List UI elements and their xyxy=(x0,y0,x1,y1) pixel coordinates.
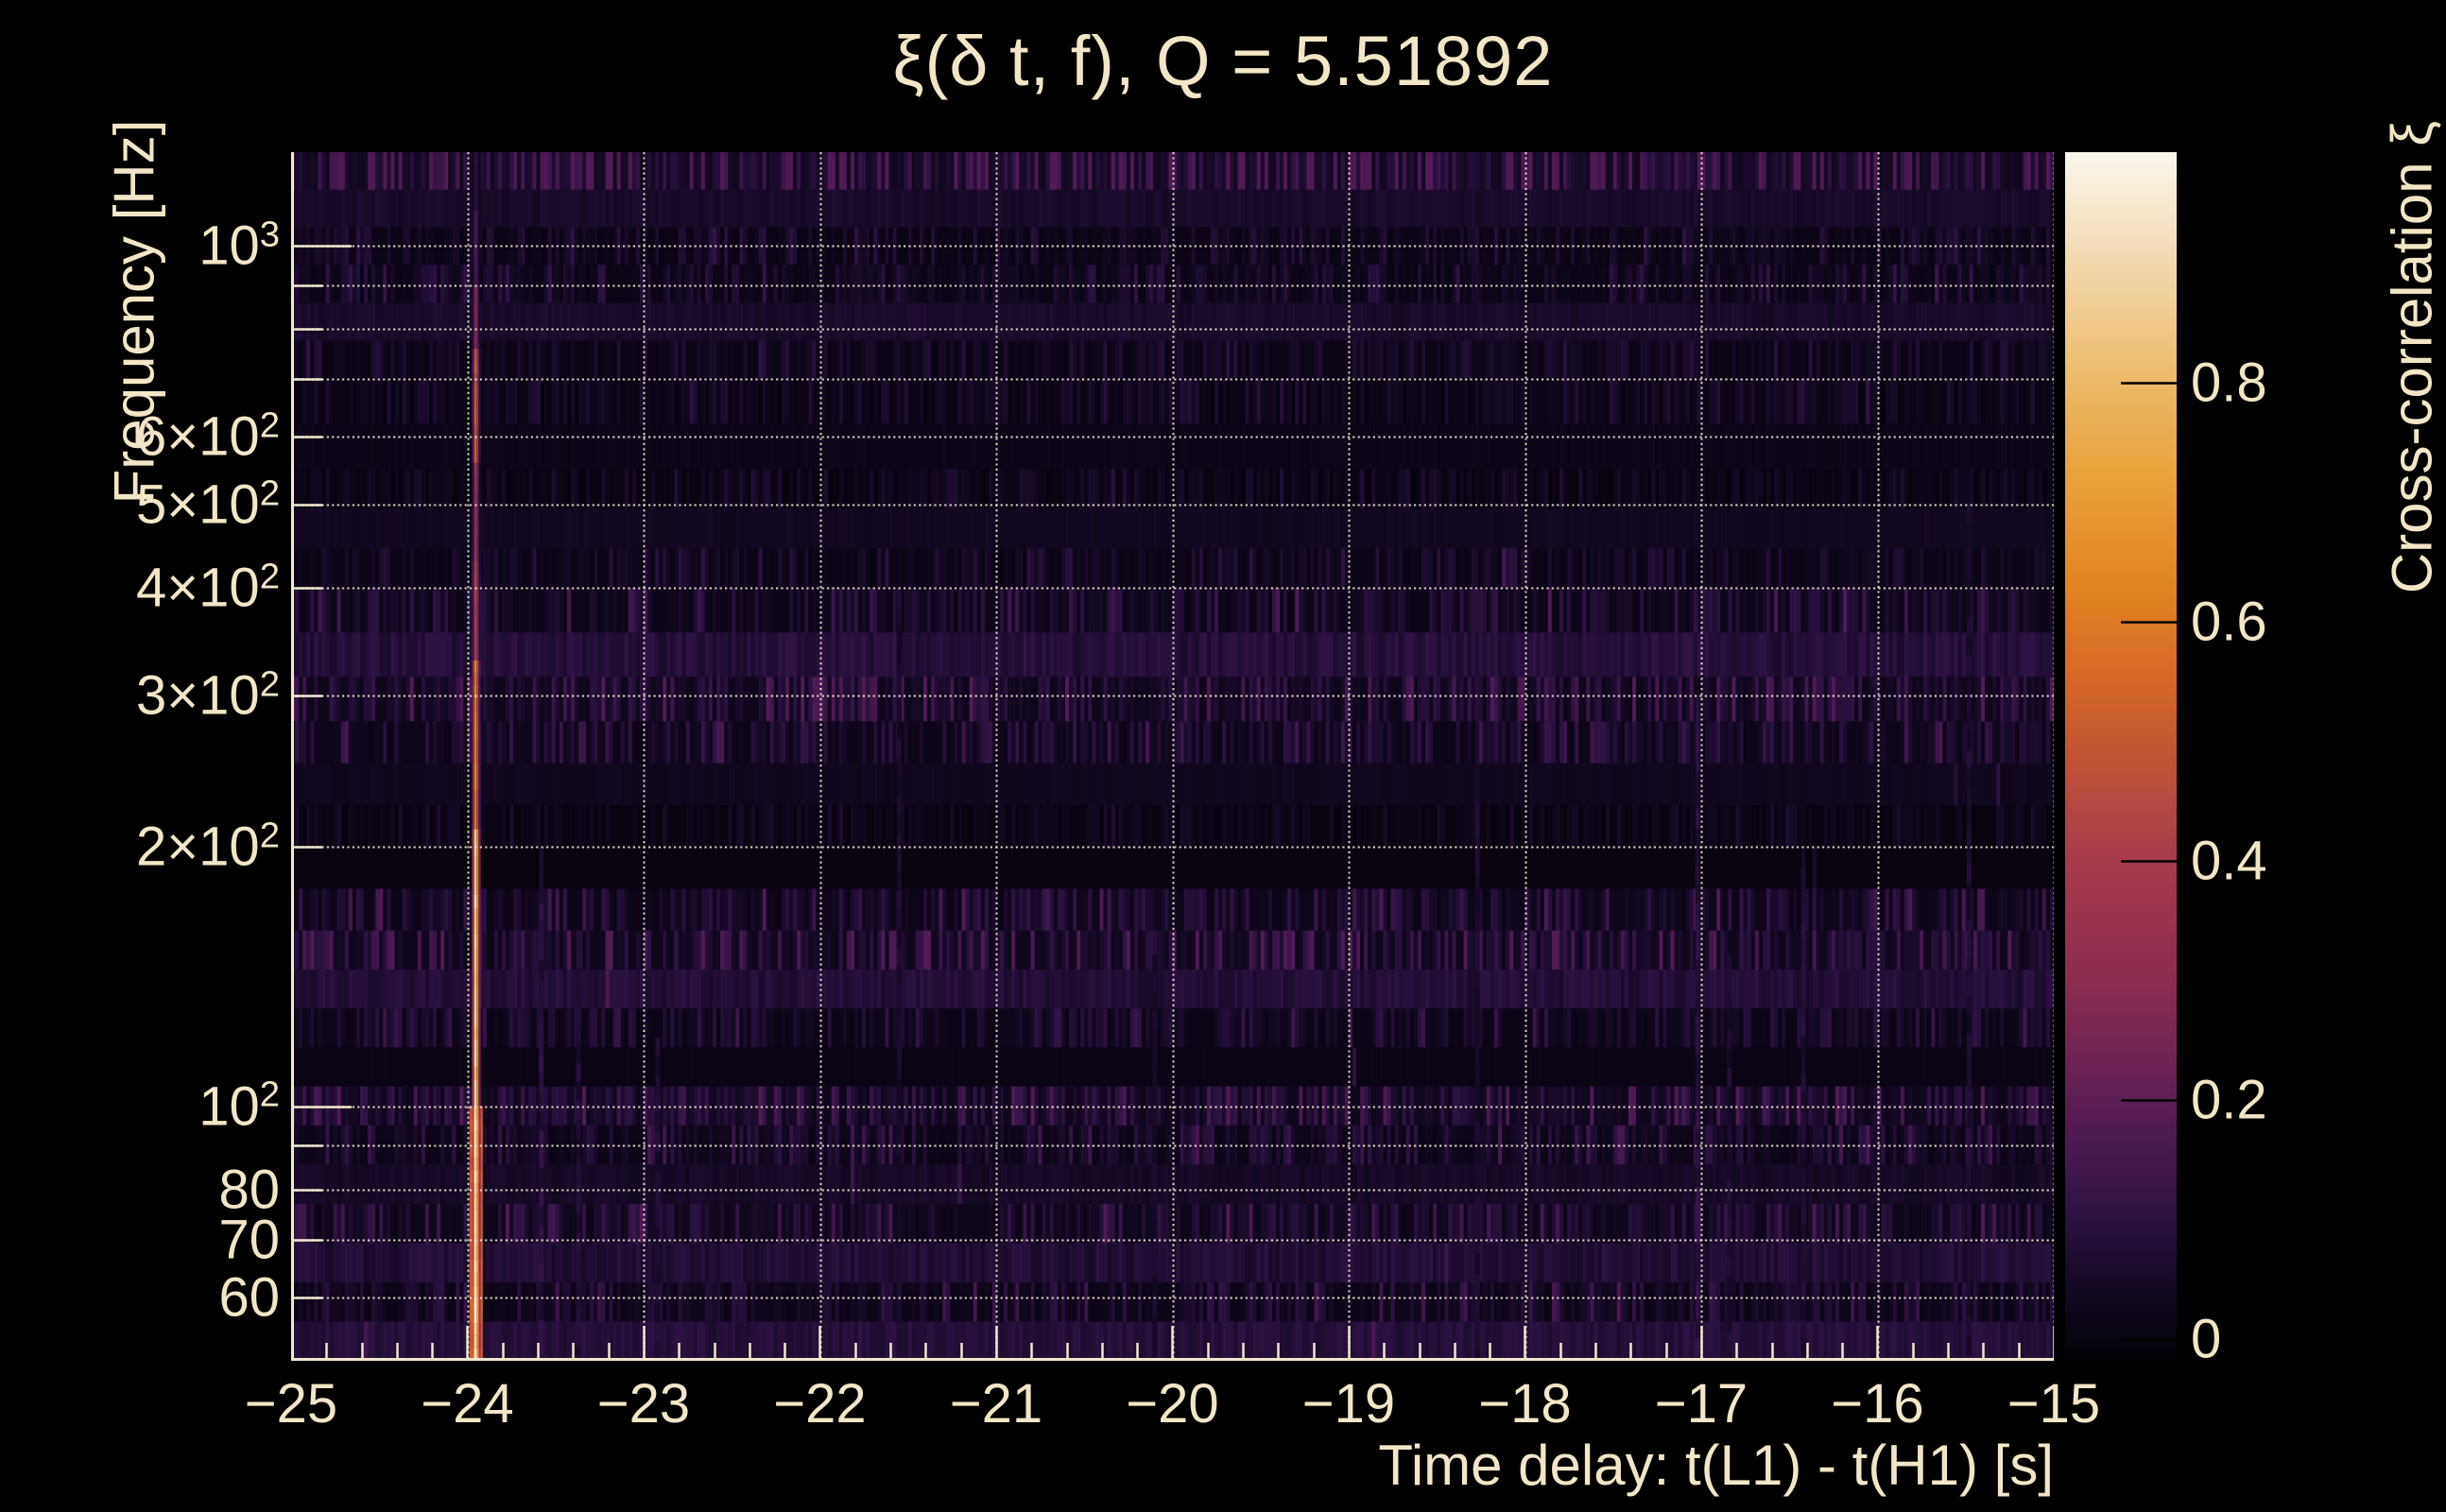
colorbar-tick-label: 0.2 xyxy=(2191,1069,2267,1131)
x-tick-label: −18 xyxy=(1478,1373,1572,1435)
x-tick-label: −23 xyxy=(596,1373,691,1435)
x-tick-label: −20 xyxy=(1126,1373,1219,1435)
y-tick-label: 60 xyxy=(218,1266,280,1329)
x-tick-label: −17 xyxy=(1654,1373,1748,1435)
colorbar-tick-label: 0.6 xyxy=(2191,591,2267,653)
y-tick-label: 103 xyxy=(198,214,280,277)
x-tick-label: −25 xyxy=(244,1373,338,1435)
y-tick-label: 2×102 xyxy=(136,815,280,878)
y-tick-label: 102 xyxy=(198,1074,280,1138)
y-tick-label: 4×102 xyxy=(136,556,280,619)
colorbar-gradient xyxy=(2065,152,2177,1361)
x-tick-label: −15 xyxy=(2007,1373,2101,1435)
chart-title: ξ(δ t, f), Q = 5.51892 xyxy=(892,22,1554,100)
x-tick-label: −22 xyxy=(773,1373,867,1435)
colorbar-tick-label: 0 xyxy=(2191,1308,2222,1370)
y-tick-label: 5×102 xyxy=(136,472,280,536)
x-tick-label: −24 xyxy=(421,1373,514,1435)
y-tick-label: 3×102 xyxy=(136,663,280,727)
colorbar-tick-label: 0.8 xyxy=(2191,352,2267,414)
colorbar-title: Cross-correlation ξ xyxy=(2380,120,2444,594)
y-tick-label: 6×102 xyxy=(136,404,280,468)
y-tick-label: 70 xyxy=(218,1209,280,1271)
qscan-cross-correlation-chart: ξ(δ t, f), Q = 5.51892 Frequency [Hz] Ti… xyxy=(0,0,2446,1512)
correlation-heatmap-canvas xyxy=(291,152,2054,1361)
x-tick-label: −19 xyxy=(1301,1373,1396,1435)
x-tick-label: −21 xyxy=(949,1373,1043,1435)
x-tick-label: −16 xyxy=(1831,1373,1924,1435)
colorbar-tick-label: 0.4 xyxy=(2191,830,2267,892)
x-axis-title: Time delay: t(L1) - t(H1) [s] xyxy=(1378,1434,2054,1497)
